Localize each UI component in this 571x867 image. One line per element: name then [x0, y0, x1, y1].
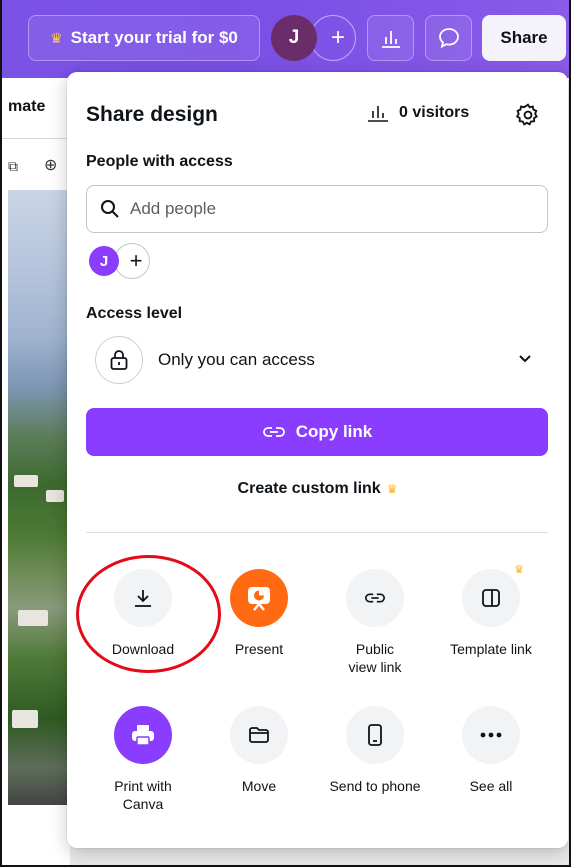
bar-chart-icon	[368, 106, 388, 122]
copy-link-button[interactable]: Copy link	[86, 408, 548, 456]
public-view-link-action[interactable]: Public view link	[320, 569, 430, 676]
link-icon	[346, 569, 404, 627]
access-level-dropdown[interactable]: Only you can access	[86, 335, 548, 385]
access-level-value: Only you can access	[158, 350, 315, 369]
comments-button[interactable]	[425, 15, 472, 61]
see-all-action[interactable]: See all	[436, 706, 546, 795]
present-icon	[230, 569, 288, 627]
insights-button[interactable]	[367, 15, 414, 61]
public-view-link-label: Public view link	[348, 641, 402, 675]
house-detail	[46, 490, 64, 502]
top-bar: ♛ Start your trial for $0 + J Share	[0, 0, 571, 78]
lock-icon	[95, 336, 143, 384]
avatar[interactable]: J	[271, 15, 317, 61]
share-button[interactable]: Share	[482, 15, 566, 61]
present-label: Present	[234, 641, 284, 657]
people-access-heading: People with access	[86, 153, 233, 170]
move-label: Move	[241, 778, 277, 794]
editor-toolbar-label: mate	[8, 98, 46, 115]
chevron-down-icon	[519, 355, 531, 363]
add-people-input[interactable]	[130, 199, 510, 219]
phone-icon	[346, 706, 404, 764]
send-to-phone-action[interactable]: Send to phone	[315, 706, 435, 795]
template-link-label: Template link	[450, 641, 532, 657]
link-icon	[262, 427, 285, 437]
crown-icon: ♛	[50, 29, 63, 46]
trial-label: Start your trial for $0	[70, 28, 238, 47]
search-icon	[101, 200, 119, 218]
add-page-icon[interactable]: ⊕	[44, 155, 57, 175]
visitors-button[interactable]: 0 visitors	[367, 104, 469, 122]
send-to-phone-label: Send to phone	[329, 778, 421, 794]
bar-chart-icon	[381, 31, 400, 48]
folder-icon	[230, 706, 288, 764]
share-panel: Share design 0 visitors People with acce…	[67, 72, 568, 848]
copy-link-label: Copy link	[295, 422, 373, 441]
panel-divider	[86, 532, 548, 533]
house-detail	[18, 610, 48, 626]
see-all-label: See all	[469, 778, 513, 794]
duplicate-page-icon[interactable]: ⧉	[8, 158, 18, 175]
gear-icon[interactable]	[515, 102, 541, 128]
print-with-canva-action[interactable]: Print with Canva	[88, 706, 198, 813]
start-trial-button[interactable]: ♛ Start your trial for $0	[28, 15, 260, 61]
template-link-action[interactable]: ♛ Template link	[436, 564, 546, 658]
comment-icon	[438, 28, 459, 49]
plus-icon: +	[330, 24, 345, 51]
move-action[interactable]: Move	[204, 706, 314, 795]
member-avatar[interactable]: J	[89, 246, 119, 276]
template-icon: ♛	[462, 564, 524, 627]
access-level-heading: Access level	[86, 305, 183, 322]
highlight-annotation	[76, 555, 221, 673]
add-member-button[interactable]: +	[114, 243, 150, 279]
crown-icon: ♛	[386, 482, 398, 496]
house-detail	[14, 475, 38, 487]
more-icon	[462, 706, 520, 764]
create-custom-link[interactable]: Create custom link ♛	[67, 480, 568, 498]
printer-icon	[114, 706, 172, 764]
crown-icon: ♛	[514, 564, 524, 576]
visitors-label: 0 visitors	[399, 104, 470, 121]
house-detail	[12, 710, 38, 728]
custom-link-label: Create custom link	[237, 480, 381, 497]
add-people-field[interactable]	[86, 185, 548, 233]
print-with-canva-label: Print with Canva	[114, 778, 172, 812]
plus-icon: +	[129, 248, 143, 273]
panel-title: Share design	[86, 103, 218, 126]
